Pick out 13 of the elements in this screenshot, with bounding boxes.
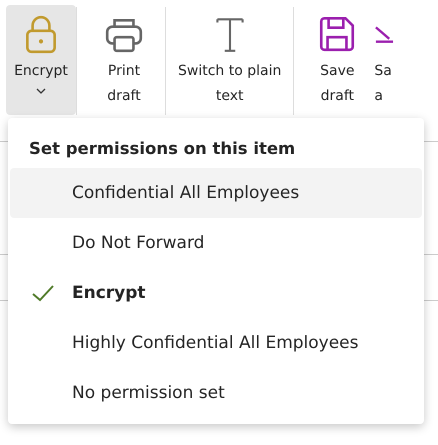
menu-item[interactable]: No permission set (10, 368, 422, 418)
toolbar-button[interactable]: Sa a (370, 5, 400, 115)
toolbar-button[interactable]: Print draft (97, 5, 151, 115)
toolbar-button[interactable]: Save draft (310, 5, 364, 115)
checkmark-icon (31, 284, 55, 302)
menu-item[interactable]: Encrypt (10, 268, 422, 318)
menu-heading: Set permissions on this item (28, 138, 296, 160)
arrow-icon (374, 25, 394, 44)
toolbar-button[interactable]: Encrypt (6, 5, 76, 115)
toolbar-button[interactable]: Switch to plain text (172, 5, 288, 115)
menu-item[interactable]: Do Not Forward (10, 218, 422, 268)
menu-item[interactable]: Confidential All Employees (10, 168, 422, 218)
menu-item[interactable]: Highly Confidential All Employees (10, 318, 422, 368)
